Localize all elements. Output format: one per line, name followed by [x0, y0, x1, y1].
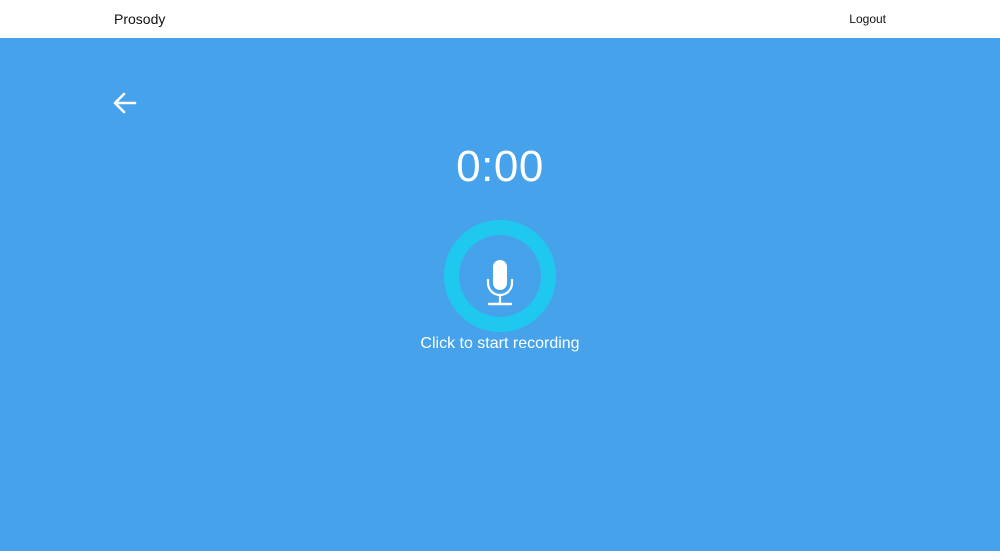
- back-button[interactable]: [111, 90, 139, 116]
- recording-timer: 0:00: [456, 142, 544, 191]
- logout-link[interactable]: Logout: [849, 12, 886, 26]
- navbar: Prosody Logout: [0, 0, 1000, 38]
- brand-logo[interactable]: Prosody: [114, 11, 165, 27]
- arrow-left-icon: [113, 92, 137, 114]
- microphone-icon: [486, 260, 514, 306]
- recording-instruction: Click to start recording: [420, 335, 580, 352]
- recorder-panel: 0:00 Click to start recording: [0, 38, 1000, 551]
- record-button[interactable]: [444, 220, 556, 332]
